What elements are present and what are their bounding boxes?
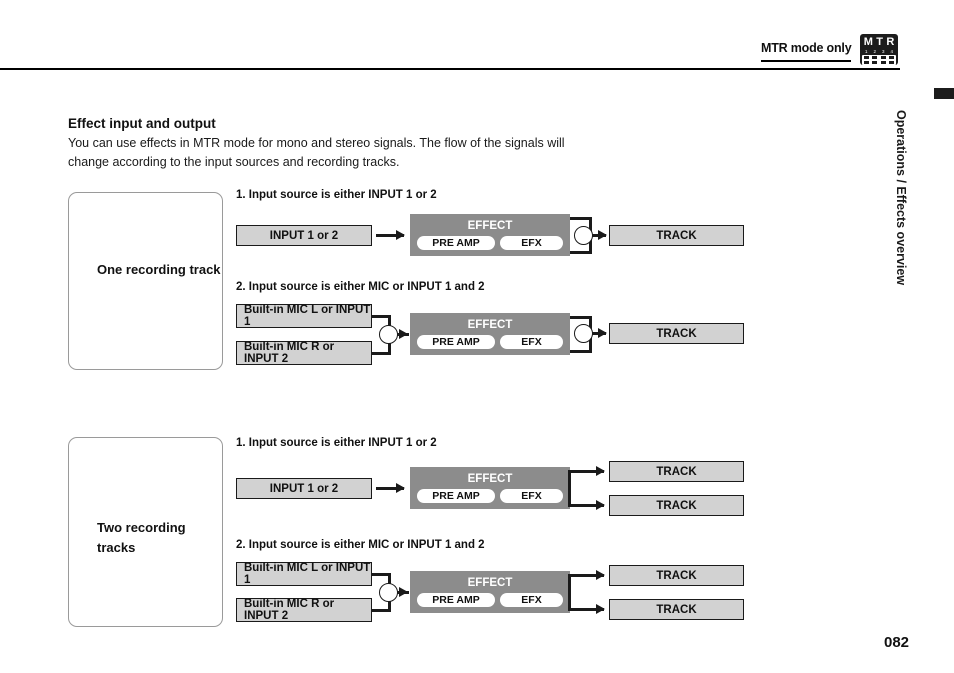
input-box-1-2-a: Built-in MIC L or INPUT 1 [236,304,372,328]
pre-amp-pill-1-2: PRE AMP [417,335,495,349]
effect-block-1-1: EFFECT PRE AMP EFX [410,214,570,256]
input-box-2-2-b: Built-in MIC R or INPUT 2 [236,598,372,622]
mtr-badge-number-3: 3 [881,49,885,54]
efx-pill-1-2: EFX [500,335,563,349]
track-box-1-2-a: TRACK [609,323,744,344]
header-bottom-rule [0,68,900,70]
mtr-badge-letter-r: R [886,36,895,48]
effect-title-1-1: EFFECT [467,220,513,232]
panel-one-recording-track [68,192,223,370]
mtr-badge-letter-t: T [876,36,883,48]
merge-node-1-2 [379,325,398,344]
arrow-effect-to-track-top-2-1 [596,466,605,476]
mtr-badge-letter-m: M [863,36,873,48]
mtr-badge-fader-4 [889,56,895,64]
arrow-effect-to-track-top-2-2 [596,570,605,580]
input-box-1-1: INPUT 1 or 2 [236,225,372,246]
mtr-mode-only-label: MTR mode only [761,41,852,55]
page-title: Effect input and output [68,116,216,131]
efx-pill-2-2: EFX [500,593,563,607]
efx-pill-1-1: EFX [500,236,563,250]
step-label-1-1: 1. Input source is either INPUT 1 or 2 [236,189,437,201]
wire-effect-split-vertical-2-1 [568,470,571,506]
arrow-input-to-effect-2-1 [396,483,405,493]
effect-title-2-2: EFFECT [467,577,513,589]
track-box-2-1-b: TRACK [609,495,744,516]
arrow-effect-to-track-bottom-2-2 [596,604,605,614]
track-box-2-2-b: TRACK [609,599,744,620]
header-top-rule [761,60,851,62]
merge-node-1-2-out [574,324,593,343]
merge-node-1-1 [574,226,593,245]
pre-amp-pill-1-1: PRE AMP [417,236,495,250]
mtr-badge-fader-1 [863,56,869,64]
mtr-badge-track-numbers: 1 2 3 4 [862,49,896,54]
input-box-2-1: INPUT 1 or 2 [236,478,372,499]
track-box-1-1-a: TRACK [609,225,744,246]
mtr-badge-word: M T R [862,36,896,49]
pre-amp-pill-2-2: PRE AMP [417,593,495,607]
step-label-1-2: 2. Input source is either MIC or INPUT 1… [236,281,485,293]
efx-pill-2-1: EFX [500,489,563,503]
sidebar-section-label: Operations / Effects overview [894,110,908,286]
effect-block-2-2: EFFECT PRE AMP EFX [410,571,570,613]
effect-title-2-1: EFFECT [467,473,513,485]
sidebar-tab-marker [934,88,954,99]
input-box-1-2-b: Built-in MIC R or INPUT 2 [236,341,372,365]
wire-effect-split-vertical-2-2 [568,574,571,610]
arrow-merge-to-effect-2-2 [399,587,408,597]
arrow-merge-to-track-1-1 [598,230,607,240]
merge-node-2-2 [379,583,398,602]
pre-amp-pill-2-1: PRE AMP [417,489,495,503]
mtr-badge-faders-icon [862,55,896,65]
track-box-2-2-a: TRACK [609,565,744,586]
effect-title-1-2: EFFECT [467,319,513,331]
mtr-badge-number-2: 2 [873,49,876,54]
mtr-badge-number-1: 1 [864,49,868,54]
mtr-badge-number-4: 4 [890,49,893,54]
arrow-merge-to-track-1-2 [598,328,607,338]
arrow-merge-to-effect-1-2 [399,329,408,339]
page-number: 082 [884,634,910,651]
mtr-badge-fader-2 [872,56,878,64]
input-box-2-2-a: Built-in MIC L or INPUT 1 [236,562,372,586]
effect-block-2-1: EFFECT PRE AMP EFX [410,467,570,509]
mtr-badge-icon: M T R 1 2 3 4 [860,34,898,65]
panel-one-recording-track-label: One recording track [97,262,221,277]
arrow-input-to-effect-1-1 [396,230,405,240]
effect-block-1-2: EFFECT PRE AMP EFX [410,313,570,355]
panel-two-recording-tracks-label: Two recording tracks [97,520,186,555]
mtr-badge-fader-3 [880,56,886,64]
arrow-effect-to-track-bottom-2-1 [596,500,605,510]
step-label-2-2: 2. Input source is either MIC or INPUT 1… [236,539,485,551]
section-paragraph: You can use effects in MTR mode for mono… [68,136,565,169]
track-box-2-1-a: TRACK [609,461,744,482]
step-label-2-1: 1. Input source is either INPUT 1 or 2 [236,437,437,449]
